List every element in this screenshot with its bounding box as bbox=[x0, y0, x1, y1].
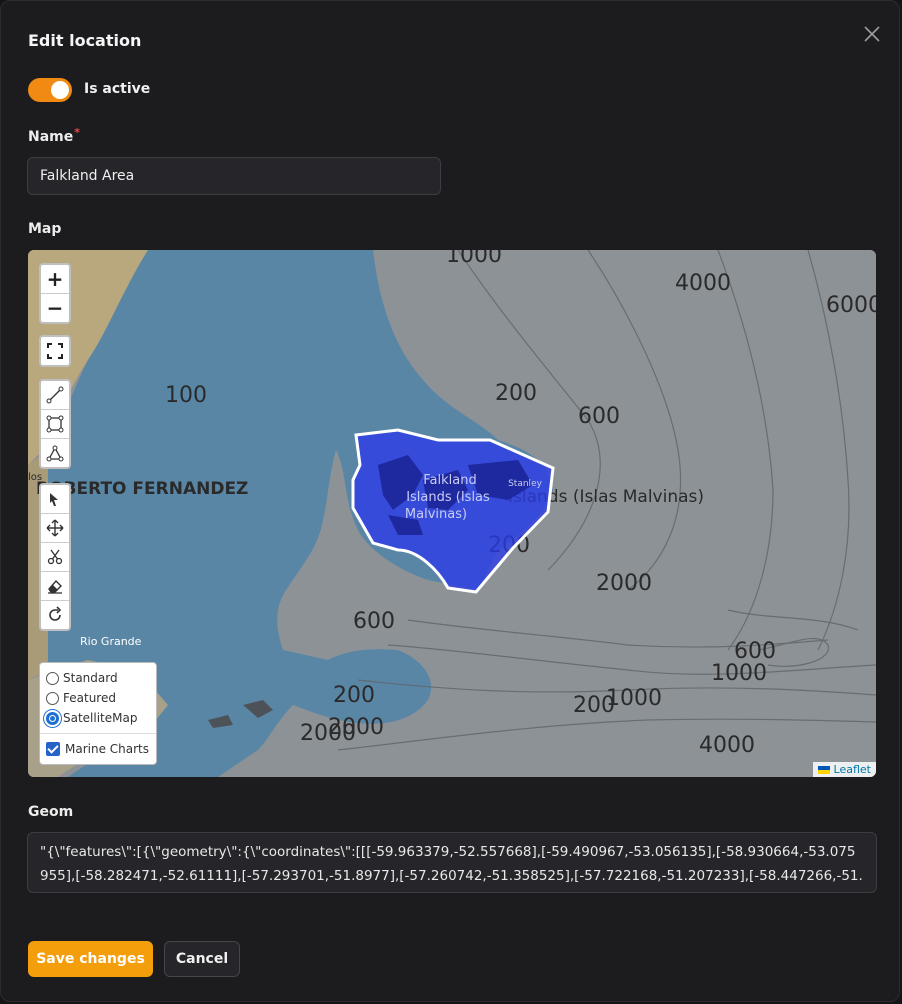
draw-polyline-icon[interactable] bbox=[41, 381, 69, 410]
fullscreen-control bbox=[39, 335, 71, 367]
depth-label: 2000 bbox=[328, 715, 384, 740]
ukraine-flag-icon bbox=[817, 765, 830, 774]
depth-label: 1000 bbox=[711, 661, 767, 686]
depth-label: 2000 bbox=[596, 571, 652, 596]
map-attribution: Leaflet bbox=[812, 762, 876, 777]
radio-button-selected[interactable] bbox=[46, 711, 59, 725]
draw-polygon-icon[interactable] bbox=[41, 439, 69, 467]
close-icon[interactable] bbox=[861, 23, 883, 45]
depth-label: 4000 bbox=[699, 733, 755, 758]
name-label: Name* bbox=[28, 126, 81, 145]
radio-button[interactable] bbox=[46, 671, 59, 685]
stanley-label: Stanley bbox=[508, 479, 542, 489]
geom-label: Geom bbox=[28, 804, 74, 820]
dialog-title: Edit location bbox=[28, 31, 142, 50]
eraser-icon[interactable] bbox=[41, 572, 69, 601]
depth-label: 1000 bbox=[446, 250, 502, 268]
fullscreen-icon[interactable] bbox=[41, 337, 69, 365]
layer-option-standard[interactable]: Standard bbox=[46, 671, 118, 685]
depth-label: 600 bbox=[353, 609, 395, 634]
zoom-control: + − bbox=[39, 263, 71, 324]
depth-label: 100 bbox=[165, 383, 207, 408]
cut-icon[interactable] bbox=[41, 543, 69, 572]
zoom-in-button[interactable]: + bbox=[41, 265, 69, 294]
edit-location-dialog: Edit location Is active Name* Map bbox=[0, 0, 900, 1002]
radio-button[interactable] bbox=[46, 691, 59, 705]
depth-label: 1000 bbox=[606, 686, 662, 711]
edit-toolbar bbox=[39, 483, 71, 631]
depth-label: 6000 bbox=[826, 293, 876, 318]
checkbox-checked[interactable] bbox=[46, 742, 60, 756]
islands-label-line3: Malvinas) bbox=[405, 507, 467, 522]
layer-option-label: Featured bbox=[63, 691, 116, 705]
map-label: Map bbox=[28, 221, 62, 237]
depth-label: 200 bbox=[333, 683, 375, 708]
islands-label-line1: Falkland bbox=[423, 473, 476, 488]
overlay-label: Marine Charts bbox=[65, 742, 150, 756]
layer-divider bbox=[40, 733, 156, 734]
layer-option-label: Standard bbox=[63, 671, 118, 685]
name-input[interactable] bbox=[27, 157, 441, 195]
depth-label: 4000 bbox=[675, 271, 731, 296]
is-active-toggle[interactable] bbox=[28, 78, 72, 102]
cancel-button[interactable]: Cancel bbox=[164, 941, 240, 977]
layer-control: Standard Featured SatelliteMap Marine Ch… bbox=[39, 662, 157, 765]
rio-grande-label: Rio Grande bbox=[80, 635, 142, 648]
geom-textarea[interactable]: "{\"features\":[{\"geometry\":{\"coordin… bbox=[27, 832, 877, 893]
depth-label: 200 bbox=[495, 381, 537, 406]
depth-label: 600 bbox=[578, 404, 620, 429]
layer-option-label: SatelliteMap bbox=[63, 711, 138, 725]
draw-toolbar bbox=[39, 379, 71, 469]
name-label-text: Name bbox=[28, 129, 74, 145]
toggle-knob bbox=[51, 81, 69, 99]
leaflet-link[interactable]: Leaflet bbox=[834, 763, 871, 776]
required-marker: * bbox=[74, 126, 81, 139]
zoom-out-button[interactable]: − bbox=[41, 294, 69, 322]
drag-icon[interactable] bbox=[41, 514, 69, 543]
islands-label-line2: Islands (Islas bbox=[406, 490, 490, 505]
draw-rectangle-icon[interactable] bbox=[41, 410, 69, 439]
overlay-marine-charts[interactable]: Marine Charts bbox=[46, 742, 149, 756]
save-changes-button[interactable]: Save changes bbox=[28, 941, 153, 977]
layer-option-satellitemap[interactable]: SatelliteMap bbox=[46, 711, 137, 725]
is-active-label: Is active bbox=[84, 81, 151, 97]
rotate-icon[interactable] bbox=[41, 601, 69, 629]
layer-option-featured[interactable]: Featured bbox=[46, 691, 116, 705]
map-view[interactable]: 1000 4000 6000 100 200 600 200 2000 600 … bbox=[28, 250, 876, 777]
edit-vertices-icon[interactable] bbox=[41, 485, 69, 514]
